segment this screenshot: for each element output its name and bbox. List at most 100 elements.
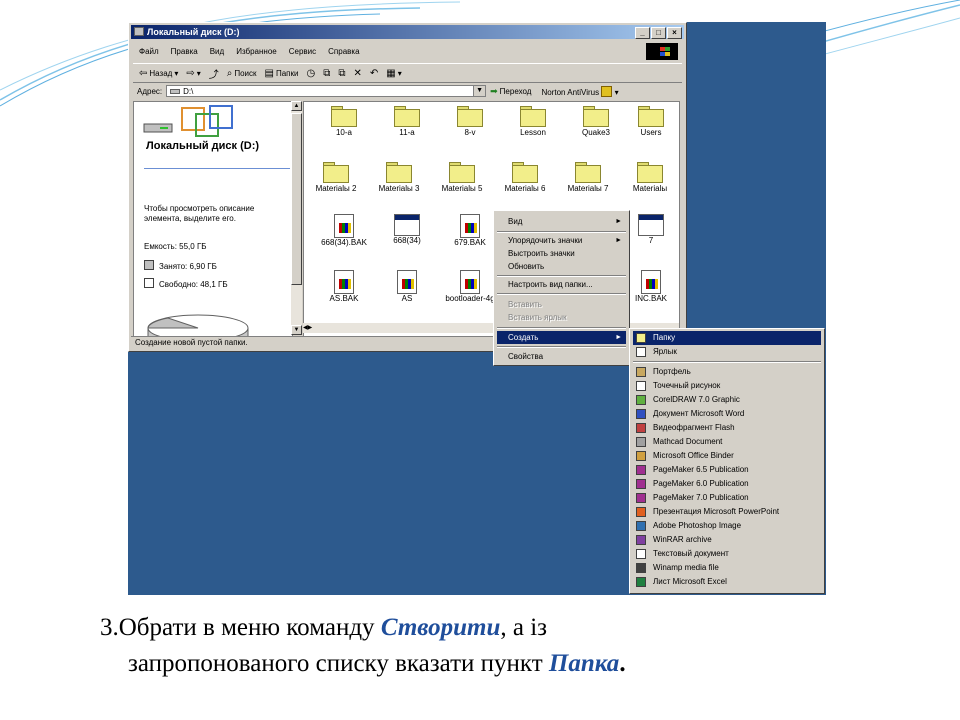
- windows-logo-icon: [646, 43, 678, 60]
- file-item[interactable]: Materialы 6: [493, 162, 557, 194]
- menu-edit[interactable]: Правка: [171, 45, 198, 59]
- submenu-item-bitmap[interactable]: Точечный рисунок: [633, 379, 821, 393]
- file-item[interactable]: 668(34).BAK: [312, 214, 376, 248]
- copy-icon: ⧉: [338, 67, 346, 79]
- file-item[interactable]: Materialы 5: [430, 162, 494, 194]
- file-item[interactable]: 8-v: [438, 106, 502, 138]
- submenu-item-binder[interactable]: Microsoft Office Binder: [633, 449, 821, 463]
- submenu-item-mathcad[interactable]: Mathcad Document: [633, 435, 821, 449]
- copy-to-button[interactable]: ⧉: [338, 68, 345, 79]
- go-button[interactable]: ➡ Переход: [490, 86, 531, 97]
- menu-item-view[interactable]: Вид ►: [497, 215, 626, 228]
- scroll-up-icon[interactable]: ▲: [291, 101, 302, 111]
- caption-command: Створити: [380, 614, 501, 641]
- submenu-item-pagemaker-60[interactable]: PageMaker 6.0 Publication: [633, 477, 821, 491]
- folder-icon: [520, 106, 546, 128]
- menu-item-refresh[interactable]: Обновить: [497, 260, 626, 273]
- submenu-item-folder[interactable]: Папку: [633, 331, 821, 345]
- forward-arrow-icon: ⇨: [186, 67, 195, 79]
- scroll-left-icon[interactable]: ◀▶: [303, 325, 312, 331]
- address-label: Адрес:: [137, 86, 163, 96]
- views-button[interactable]: ▦ ▾: [386, 68, 401, 79]
- submenu-item-excel[interactable]: Лист Microsoft Excel: [633, 575, 821, 589]
- forward-button[interactable]: ⇨ ▾: [186, 68, 200, 79]
- submenu-item-word[interactable]: Документ Microsoft Word: [633, 407, 821, 421]
- menu-item-arrange[interactable]: Упорядочить значки ►: [497, 234, 626, 247]
- menu-favorites[interactable]: Избранное: [236, 45, 277, 59]
- search-button[interactable]: ⌕ Поиск: [227, 68, 257, 79]
- drive-illustration-icon: [143, 105, 233, 137]
- caption-line-2: запропонованого списку вказати пункт Пап…: [128, 650, 626, 677]
- binder-icon: [636, 451, 646, 461]
- file-item[interactable]: Materialы 2: [304, 162, 368, 194]
- file-item[interactable]: 11-a: [375, 106, 439, 138]
- file-item[interactable]: Users: [619, 106, 679, 138]
- folder-icon: [638, 106, 664, 128]
- create-submenu: Папку Ярлык Портфель Точечный рисунок Co…: [629, 328, 825, 594]
- menu-item-properties[interactable]: Свойства: [497, 350, 626, 363]
- file-item[interactable]: Materialы: [618, 162, 679, 194]
- submenu-item-pagemaker-70[interactable]: PageMaker 7.0 Publication: [633, 491, 821, 505]
- title-bar[interactable]: Локальный диск (D:) _ □ ×: [131, 25, 684, 39]
- folder-icon: [637, 162, 663, 184]
- chevron-down-icon[interactable]: ▼: [473, 86, 486, 96]
- menu-item-align[interactable]: Выстроить значки: [497, 247, 626, 260]
- menu-item-create[interactable]: Создать ►: [497, 331, 626, 344]
- used-space-row: Занято: 6,90 ГБ: [144, 260, 289, 272]
- submenu-item-coreldraw[interactable]: CorelDRAW 7.0 Graphic: [633, 393, 821, 407]
- move-icon: ⧉: [323, 67, 331, 79]
- address-value: D:\: [183, 87, 194, 96]
- back-button[interactable]: ⇦ Назад ▾: [139, 68, 178, 79]
- chevron-down-icon: ▾: [614, 87, 619, 97]
- folders-icon: ▤: [264, 67, 274, 79]
- up-button[interactable]: ⤴: [209, 66, 219, 81]
- norton-antivirus-button[interactable]: Norton AntiVirus ▾: [541, 85, 619, 97]
- scroll-thumb[interactable]: [291, 113, 302, 285]
- menu-separator: [497, 231, 626, 233]
- file-item[interactable]: 668(34): [375, 214, 439, 246]
- menu-item-customize[interactable]: Настроить вид папки...: [497, 278, 626, 291]
- menu-help[interactable]: Справка: [328, 45, 359, 59]
- file-item[interactable]: Materialы 7: [556, 162, 620, 194]
- maximize-button[interactable]: □: [651, 27, 666, 39]
- drive-title: Локальный диск (D:): [146, 140, 260, 152]
- pagemaker-icon: [636, 479, 646, 489]
- menu-separator: [497, 293, 626, 295]
- submenu-item-winrar[interactable]: WinRAR archive: [633, 533, 821, 547]
- address-field[interactable]: D:\ ▼: [166, 85, 487, 97]
- file-item[interactable]: Materialы 3: [367, 162, 431, 194]
- file-item[interactable]: 10-a: [312, 106, 376, 138]
- minimize-button[interactable]: _: [635, 27, 650, 39]
- menu-file[interactable]: Файл: [139, 45, 159, 59]
- file-item[interactable]: AS: [375, 270, 439, 304]
- undo-button[interactable]: ↶: [370, 68, 378, 79]
- menu-tools[interactable]: Сервис: [289, 45, 316, 59]
- history-button[interactable]: ◷: [306, 68, 315, 79]
- window-icon: [638, 214, 664, 236]
- scroll-down-icon[interactable]: ▼: [291, 325, 302, 335]
- disk-usage-pie: [147, 314, 249, 336]
- menu-separator: [497, 346, 626, 348]
- menu-view[interactable]: Вид: [210, 45, 224, 59]
- free-space: Свободно: 48,1 ГБ: [159, 280, 228, 289]
- file-item[interactable]: AS.BAK: [312, 270, 376, 304]
- left-scrollbar[interactable]: ▲ ▼: [291, 101, 302, 335]
- move-to-button[interactable]: ⧉: [323, 68, 330, 79]
- file-item[interactable]: Lesson: [501, 106, 565, 138]
- menu-bar: Файл Правка Вид Избранное Сервис Справка: [133, 45, 360, 59]
- submenu-item-photoshop[interactable]: Adobe Photoshop Image: [633, 519, 821, 533]
- submenu-item-briefcase[interactable]: Портфель: [633, 365, 821, 379]
- submenu-item-pagemaker-65[interactable]: PageMaker 6.5 Publication: [633, 463, 821, 477]
- submenu-item-flash[interactable]: Видеофрагмент Flash: [633, 421, 821, 435]
- coreldraw-icon: [636, 395, 646, 405]
- submenu-item-shortcut[interactable]: Ярлык: [633, 345, 821, 359]
- close-button[interactable]: ×: [667, 27, 682, 39]
- delete-button[interactable]: ✕: [353, 68, 361, 79]
- folders-button[interactable]: ▤ Папки: [265, 68, 299, 79]
- file-icon: [460, 270, 480, 294]
- submenu-item-winamp[interactable]: Winamp media file: [633, 561, 821, 575]
- chevron-down-icon: ▾: [196, 68, 201, 78]
- submenu-item-powerpoint[interactable]: Презентация Microsoft PowerPoint: [633, 505, 821, 519]
- drive-hint: Чтобы просмотреть описание элемента, выд…: [144, 204, 255, 223]
- submenu-item-text[interactable]: Текстовый документ: [633, 547, 821, 561]
